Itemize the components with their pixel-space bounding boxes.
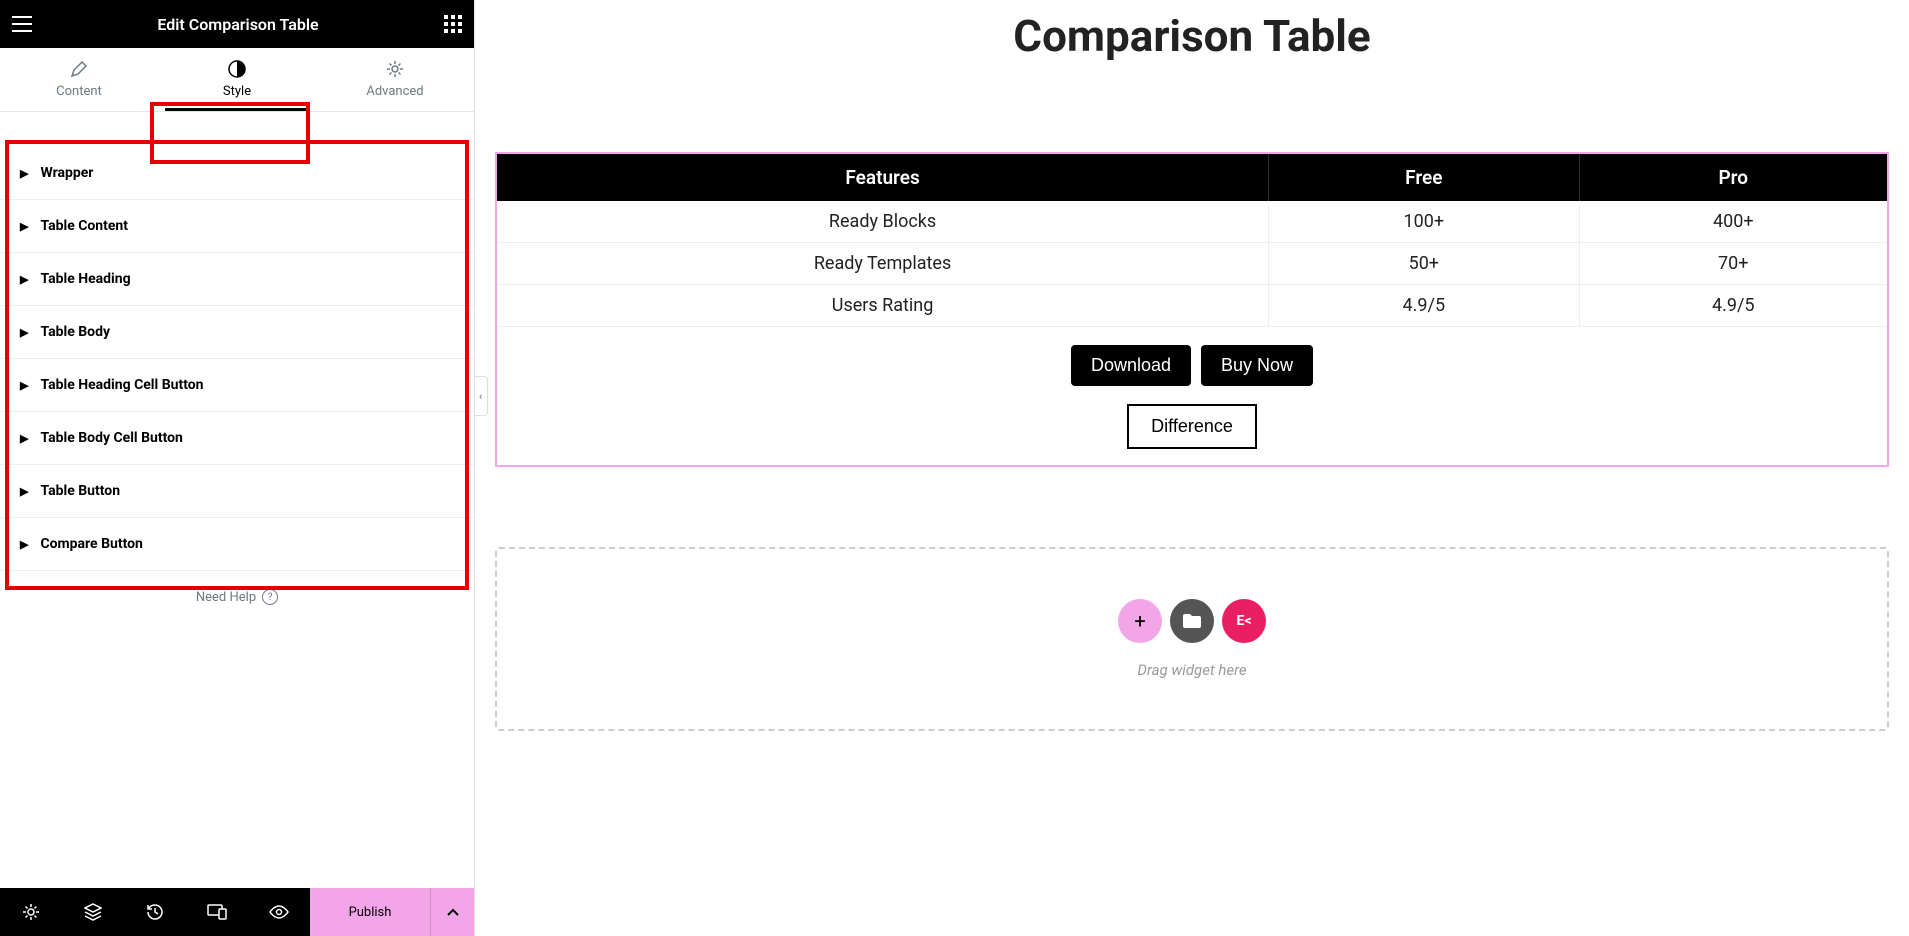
- buy-now-button[interactable]: Buy Now: [1201, 345, 1313, 386]
- caret-right-icon: ▶: [20, 167, 28, 180]
- style-sections: ▶ Wrapper ▶ Table Content ▶ Table Heading ▶…: [0, 112, 474, 888]
- chevron-up-icon: [447, 908, 459, 916]
- table-cell: Ready Blocks: [497, 201, 1269, 243]
- section-table-heading[interactable]: ▶ Table Heading: [0, 253, 474, 306]
- sidebar-title: Edit Comparison Table: [157, 15, 318, 34]
- widgets-grid-icon[interactable]: [444, 15, 462, 33]
- publish-options-button[interactable]: [430, 888, 474, 936]
- table-cell: Users Rating: [497, 285, 1269, 327]
- pencil-icon: [70, 60, 88, 78]
- table-row: Users Rating 4.9/5 4.9/5: [497, 285, 1887, 327]
- table-header: Features: [497, 154, 1269, 201]
- download-button[interactable]: Download: [1071, 345, 1191, 386]
- gear-icon: [386, 60, 404, 78]
- section-label: Table Heading Cell Button: [40, 377, 203, 393]
- comparison-table-widget[interactable]: Features Free Pro Ready Blocks 100+ 400+…: [495, 152, 1889, 467]
- section-label: Table Heading: [40, 271, 130, 287]
- ekit-icon: E<: [1236, 613, 1251, 629]
- table-actions: Download Buy Now: [497, 327, 1887, 396]
- section-label: Table Button: [40, 483, 120, 499]
- table-cell: 4.9/5: [1269, 285, 1579, 327]
- menu-icon[interactable]: [12, 16, 32, 32]
- add-section-button[interactable]: +: [1118, 599, 1162, 643]
- table-row: Ready Templates 50+ 70+: [497, 243, 1887, 285]
- caret-right-icon: ▶: [20, 326, 28, 339]
- section-compare-button[interactable]: ▶ Compare Button: [0, 518, 474, 571]
- caret-right-icon: ▶: [20, 220, 28, 233]
- caret-right-icon: ▶: [20, 273, 28, 286]
- ekit-button[interactable]: E<: [1222, 599, 1266, 643]
- table-header: Free: [1269, 154, 1579, 201]
- section-label: Compare Button: [40, 536, 142, 552]
- gear-icon: [22, 903, 40, 921]
- sidebar-footer: Publish: [0, 888, 474, 936]
- table-cell: 50+: [1269, 243, 1579, 285]
- caret-right-icon: ▶: [20, 379, 28, 392]
- collapse-sidebar-handle[interactable]: ‹: [475, 376, 488, 416]
- publish-label: Publish: [349, 905, 392, 920]
- navigator-button[interactable]: [62, 888, 124, 936]
- preview-button[interactable]: [248, 888, 310, 936]
- table-header: Pro: [1579, 154, 1887, 201]
- comparison-table: Features Free Pro Ready Blocks 100+ 400+…: [497, 154, 1887, 327]
- table-cell: 70+: [1579, 243, 1887, 285]
- section-table-body[interactable]: ▶ Table Body: [0, 306, 474, 359]
- help-label: Need Help: [196, 590, 256, 605]
- tab-style[interactable]: Style: [158, 48, 316, 111]
- caret-right-icon: ▶: [20, 538, 28, 551]
- editor-canvas: ‹ Comparison Table Features Free Pro Rea…: [475, 0, 1909, 936]
- settings-button[interactable]: [0, 888, 62, 936]
- section-label: Table Body: [40, 324, 110, 340]
- table-cell: 4.9/5: [1579, 285, 1887, 327]
- dropzone-icons: + E<: [547, 599, 1837, 643]
- tab-label: Advanced: [366, 84, 423, 99]
- dropzone-text: Drag widget here: [547, 661, 1837, 679]
- section-label: Table Body Cell Button: [40, 430, 182, 446]
- tab-label: Style: [223, 84, 251, 99]
- section-wrapper[interactable]: ▶ Wrapper: [0, 147, 474, 200]
- page-title: Comparison Table: [495, 10, 1889, 62]
- section-table-body-cell-button[interactable]: ▶ Table Body Cell Button: [0, 412, 474, 465]
- publish-button[interactable]: Publish: [310, 888, 430, 936]
- widget-dropzone[interactable]: + E< Drag widget here: [495, 547, 1889, 731]
- table-cell: Ready Templates: [497, 243, 1269, 285]
- caret-right-icon: ▶: [20, 432, 28, 445]
- table-cell: 400+: [1579, 201, 1887, 243]
- section-label: Wrapper: [40, 165, 93, 181]
- responsive-button[interactable]: [186, 888, 248, 936]
- editor-tabs: Content Style Advanced: [0, 48, 474, 112]
- table-row: Ready Blocks 100+ 400+: [497, 201, 1887, 243]
- table-cell: 100+: [1269, 201, 1579, 243]
- help-icon: ?: [262, 589, 278, 605]
- difference-button[interactable]: Difference: [1127, 404, 1257, 449]
- caret-right-icon: ▶: [20, 485, 28, 498]
- history-icon: [146, 903, 164, 921]
- tab-label: Content: [56, 84, 102, 99]
- devices-icon: [207, 904, 227, 920]
- difference-row: Difference: [497, 396, 1887, 465]
- history-button[interactable]: [124, 888, 186, 936]
- sidebar-header: Edit Comparison Table: [0, 0, 474, 48]
- editor-sidebar: Edit Comparison Table Content Style Adva…: [0, 0, 475, 936]
- tab-content[interactable]: Content: [0, 48, 158, 111]
- tab-advanced[interactable]: Advanced: [316, 48, 474, 111]
- section-table-button[interactable]: ▶ Table Button: [0, 465, 474, 518]
- need-help-link[interactable]: Need Help ?: [0, 571, 474, 623]
- section-table-content[interactable]: ▶ Table Content: [0, 200, 474, 253]
- folder-icon: [1182, 613, 1202, 629]
- template-button[interactable]: [1170, 599, 1214, 643]
- eye-icon: [269, 905, 289, 919]
- section-table-heading-cell-button[interactable]: ▶ Table Heading Cell Button: [0, 359, 474, 412]
- plus-icon: +: [1134, 609, 1145, 633]
- section-label: Table Content: [40, 218, 128, 234]
- contrast-icon: [228, 60, 246, 78]
- layers-icon: [84, 903, 102, 921]
